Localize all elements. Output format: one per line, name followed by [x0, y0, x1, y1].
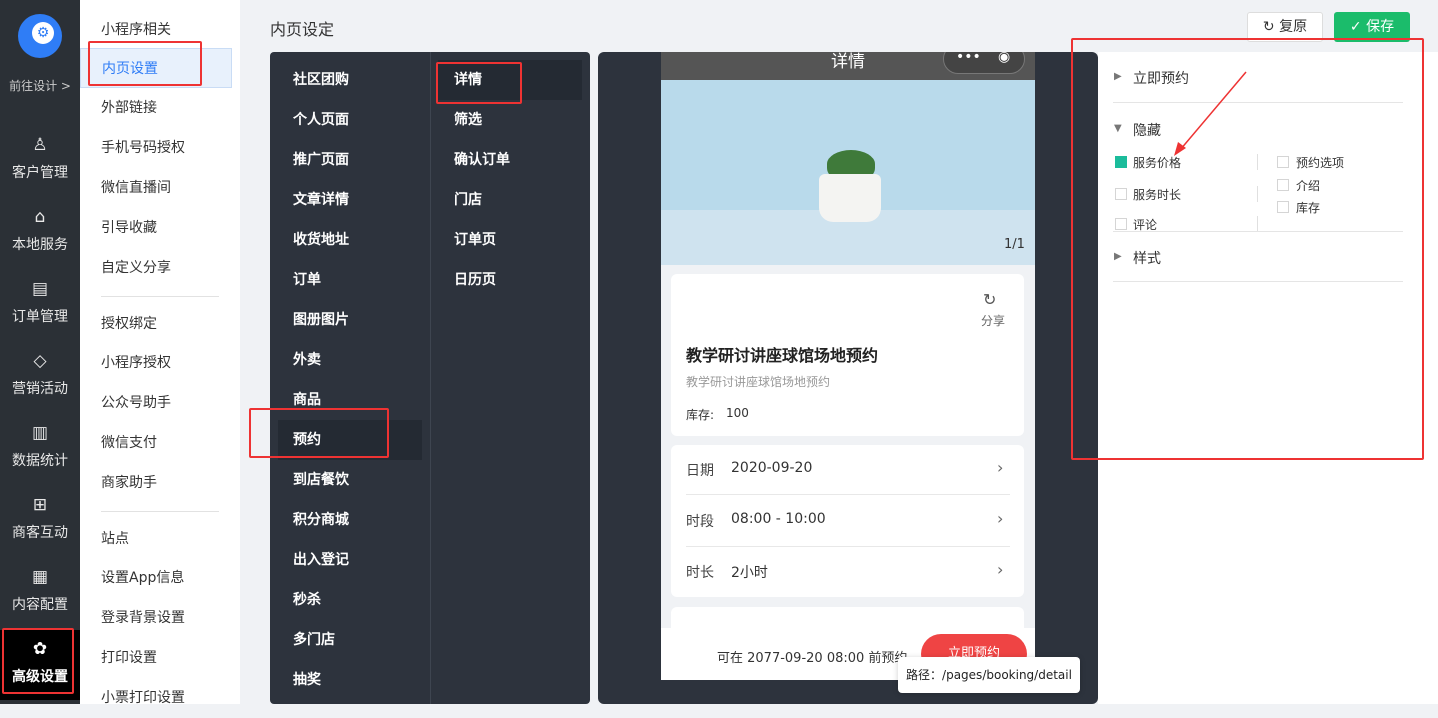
logo-gear-icon: ⚙ — [32, 22, 54, 44]
submenu-item[interactable]: 小程序授权 — [80, 343, 240, 383]
submenu-item[interactable]: 微信直播间 — [80, 168, 240, 208]
duration-value[interactable]: 2小时 — [731, 562, 768, 582]
submenu-item[interactable]: 登录背景设置 — [80, 598, 240, 638]
category-item[interactable]: 多门店 — [278, 620, 422, 660]
nav-label: 客户管理 — [12, 165, 68, 181]
nav-label: 本地服务 — [12, 237, 68, 253]
nav-order-management[interactable]: ▤ 订单管理 — [0, 278, 80, 350]
category-item[interactable]: 推广页面 — [278, 140, 422, 180]
submenu-item[interactable]: 商家助手 — [80, 463, 240, 503]
category-item[interactable]: 积分商城 — [278, 500, 422, 540]
subpage-item[interactable]: 筛选 — [438, 100, 582, 140]
grid-icon: ⊞ — [32, 495, 48, 515]
submenu-item[interactable]: 公众号助手 — [80, 383, 240, 423]
restore-label: 复原 — [1279, 19, 1308, 35]
highlight-box-detail — [436, 62, 522, 104]
booking-deadline-text: 可在 2077-09-20 08:00 前预约 — [717, 651, 908, 666]
category-divider — [430, 52, 431, 704]
nav-label: 内容配置 — [12, 597, 68, 613]
highlight-box-inner-page — [88, 41, 202, 86]
submenu-item[interactable]: 外部链接 — [80, 88, 240, 128]
page-path-tooltip: 路径：/pages/booking/detail — [898, 657, 1080, 693]
pot-illustration — [819, 174, 881, 222]
document-icon: ▦ — [31, 567, 49, 587]
submenu-item[interactable]: 自定义分享 — [80, 248, 240, 288]
store-icon: ⌂ — [34, 207, 46, 227]
submenu-item[interactable]: 打印设置 — [80, 638, 240, 678]
chart-icon: ▥ — [31, 423, 49, 443]
more-icon[interactable]: ••• — [956, 52, 981, 65]
submenu-item[interactable]: 引导收藏 — [80, 208, 240, 248]
clipboard-icon: ▤ — [31, 279, 49, 299]
submenu-item[interactable]: 站点 — [80, 519, 240, 559]
submenu-item[interactable]: 授权绑定 — [80, 304, 240, 344]
category-item[interactable]: 订单 — [278, 260, 422, 300]
date-value[interactable]: 2020-09-20 — [731, 460, 812, 476]
share-label[interactable]: 分享 — [981, 312, 1005, 329]
check-icon: ✓ — [1349, 19, 1362, 35]
save-label: 保存 — [1366, 19, 1395, 35]
page-title: 内页设定 — [270, 20, 335, 39]
booking-info-card — [671, 445, 1024, 597]
nav-marketing[interactable]: ◇ 营销活动 — [0, 350, 80, 422]
close-target-icon[interactable]: ◉ — [998, 52, 1010, 65]
chevron-right-icon[interactable]: › — [997, 458, 1003, 477]
nav-statistics[interactable]: ▥ 数据统计 — [0, 422, 80, 494]
highlight-box-booking — [249, 408, 389, 458]
nav-label: 营销活动 — [12, 381, 68, 397]
share-icon[interactable]: ↻ — [983, 290, 996, 309]
category-item[interactable]: 到店餐饮 — [278, 460, 422, 500]
submenu-item[interactable]: 设置App信息 — [80, 558, 240, 598]
time-slot-label: 时段 — [686, 514, 714, 530]
diamond-icon: ◇ — [33, 351, 47, 371]
category-item[interactable]: 秒杀 — [278, 580, 422, 620]
highlight-box-advanced — [2, 628, 74, 694]
stock-value: 100 — [726, 406, 749, 420]
nav-label: 订单管理 — [12, 309, 68, 325]
category-item[interactable]: 图册图片 — [278, 300, 422, 340]
product-title: 教学研讨讲座球馆场地预约 — [686, 346, 879, 365]
nav-interaction[interactable]: ⊞ 商客互动 — [0, 494, 80, 566]
category-item[interactable]: 个人页面 — [278, 100, 422, 140]
category-item[interactable]: 出入登记 — [278, 540, 422, 580]
nav-label: 数据统计 — [12, 453, 68, 469]
subpage-item[interactable]: 订单页 — [438, 220, 582, 260]
nav-label: 商客互动 — [12, 525, 68, 541]
submenu-item[interactable]: 微信支付 — [80, 423, 240, 463]
submenu-item[interactable]: 小票打印设置 — [80, 678, 240, 718]
stock-label: 库存: — [686, 408, 715, 422]
category-item[interactable]: 社区团购 — [278, 60, 422, 100]
category-item[interactable]: 收货地址 — [278, 220, 422, 260]
user-icon: ♙ — [32, 135, 48, 155]
chevron-right-icon[interactable]: › — [997, 509, 1003, 528]
category-item[interactable]: 外卖 — [278, 340, 422, 380]
image-counter: 1/1 — [1004, 237, 1025, 252]
time-slot-value[interactable]: 08:00 - 10:00 — [731, 511, 826, 527]
goto-design-link[interactable]: 前往设计 > — [0, 74, 80, 98]
row-divider — [686, 494, 1010, 495]
submenu-divider — [101, 511, 219, 512]
category-item[interactable]: 文章详情 — [278, 180, 422, 220]
subpage-item[interactable]: 门店 — [438, 180, 582, 220]
phone-preview: 详情 ••• ◉ 1/1 ↻ 分享 教学研讨讲座球馆场地预约 教学研讨讲座球馆场… — [661, 52, 1035, 680]
mini-program-capsule[interactable]: ••• ◉ — [943, 52, 1025, 74]
subpage-item[interactable]: 日历页 — [438, 260, 582, 300]
product-subtitle: 教学研讨讲座球馆场地预约 — [686, 375, 831, 389]
restore-icon: ↻ — [1262, 19, 1275, 35]
submenu-item[interactable]: 手机号码授权 — [80, 128, 240, 168]
row-divider — [686, 546, 1010, 547]
chevron-right-icon[interactable]: › — [997, 560, 1003, 579]
nav-customer-management[interactable]: ♙ 客户管理 — [0, 134, 80, 206]
subpage-item[interactable]: 确认订单 — [438, 140, 582, 180]
annotation-arrow — [1174, 71, 1247, 156]
submenu-divider — [101, 296, 219, 297]
nav-local-service[interactable]: ⌂ 本地服务 — [0, 206, 80, 278]
duration-label: 时长 — [686, 565, 714, 581]
date-label: 日期 — [686, 463, 714, 479]
category-item[interactable]: 抽奖 — [278, 660, 422, 700]
